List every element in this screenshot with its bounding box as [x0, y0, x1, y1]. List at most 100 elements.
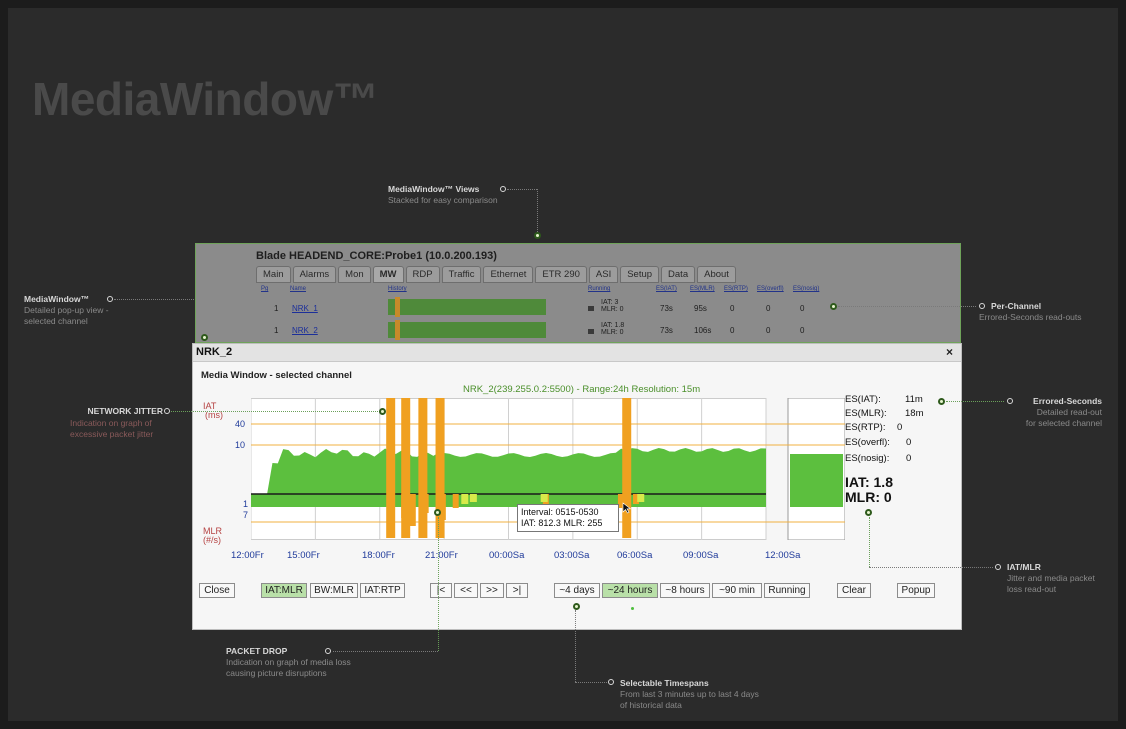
readout-iat: IAT: 1.8 [845, 474, 893, 490]
tab-setup[interactable]: Setup [620, 266, 660, 283]
history-spike [395, 297, 400, 317]
iat-spike [418, 398, 428, 538]
tab-alarms[interactable]: Alarms [292, 266, 337, 283]
history-spike [395, 320, 400, 340]
mlr-series [251, 494, 766, 507]
col-header-name[interactable]: Name [290, 286, 306, 292]
blade-tabs: Main Alarms Mon MW RDP Traffic Ethernet … [256, 266, 736, 283]
tab-etr290[interactable]: ETR 290 [535, 266, 587, 283]
leader-line [537, 189, 538, 234]
readout-es-iat: ES(IAT): 11m [845, 394, 923, 405]
iat-series-right [790, 454, 843, 494]
col-header-running[interactable]: Running [588, 286, 610, 292]
clear-button[interactable]: Clear [837, 583, 871, 598]
annotation-packet-drop-title: PACKET DROP [226, 646, 288, 656]
readout-label: ES(MLR): [845, 408, 887, 419]
annotation-popup-title: MediaWindow™ [24, 294, 90, 304]
col-header-es-iat[interactable]: ES(IAT) [656, 286, 677, 292]
annotation-views-title: MediaWindow™ Views [388, 184, 480, 194]
row-pg: 1 [274, 326, 279, 335]
annotation-iat-mlr: IAT/MLR Jitter and media packet loss rea… [1007, 562, 1095, 594]
next-button[interactable]: >> [480, 583, 504, 598]
iat-mlr-button[interactable]: IAT:MLR [261, 583, 307, 598]
tab-rdp[interactable]: RDP [405, 266, 440, 283]
readout-value: 18m [905, 408, 924, 419]
row-es-iat: 73s [660, 326, 673, 335]
history-sparkline [388, 299, 546, 315]
tab-main[interactable]: Main [256, 266, 291, 283]
row-es-mlr: 106s [694, 326, 712, 335]
leader-line [507, 189, 537, 190]
chart-title: NRK_2(239.255.0.2:5500) - Range:24h Reso… [463, 384, 701, 395]
col-header-es-mlr[interactable]: ES(MLR) [690, 286, 715, 292]
row-es-mlr: 95s [694, 304, 707, 313]
leader-line [575, 610, 576, 682]
mouse-cursor-icon [622, 502, 632, 514]
annotation-per-channel-title: Per-Channel [991, 301, 1042, 311]
annotation-jitter-desc-block: Indication on graph of excessive packet … [70, 418, 153, 439]
iat-rtp-button[interactable]: IAT:RTP [360, 583, 405, 598]
close-button[interactable]: Close [199, 583, 235, 598]
tab-mon[interactable]: Mon [338, 266, 371, 283]
row-name-link[interactable]: NRK_2 [292, 326, 318, 335]
tab-ethernet[interactable]: Ethernet [483, 266, 534, 283]
mlr-drop-mark [452, 494, 459, 508]
x-tick-label: 15:00Fr [287, 550, 320, 561]
annotation-dot [500, 186, 506, 192]
col-header-es-nosig[interactable]: ES(nosig) [793, 286, 819, 292]
readout-label: ES(overfl): [845, 437, 890, 448]
readout-es-nosig: ES(nosig): 0 [845, 453, 911, 464]
popup-button[interactable]: Popup [897, 583, 935, 598]
blade-panel: Blade HEADEND_CORE:Probe1 (10.0.200.193)… [195, 243, 961, 343]
col-header-history[interactable]: History [388, 286, 407, 292]
col-header-pg[interactable]: Pg [261, 286, 268, 292]
annotation-jitter-title: NETWORK JITTER [87, 406, 163, 416]
close-icon[interactable]: × [946, 345, 953, 359]
y-axis-unit-mlr: (#/s) [203, 535, 221, 545]
readout-mlr: MLR: 0 [845, 489, 892, 505]
channel-popup-window: NRK_2 × Media Window - selected channel … [192, 343, 962, 630]
col-header-es-overfl[interactable]: ES(overfl) [757, 286, 784, 292]
mlr-minor-mark [540, 494, 548, 502]
popup-title-bar: NRK_2 × [193, 344, 961, 362]
annotation-timespans-title: Selectable Timespans [620, 678, 709, 688]
annotation-popup: MediaWindow™ Detailed pop-up view - sele… [24, 294, 109, 326]
mlr-drop-mark [409, 494, 416, 526]
running-button[interactable]: Running [764, 583, 810, 598]
annotation-dot [608, 679, 614, 685]
row-pg: 1 [274, 304, 279, 313]
x-tick-label: 00:00Sa [489, 550, 525, 561]
target-dot [938, 398, 945, 405]
timespan-24-hours-button[interactable]: ~24 hours [602, 583, 658, 598]
annotation-dot [107, 296, 113, 302]
x-tick-label: 12:00Sa [765, 550, 801, 561]
tab-mw[interactable]: MW [372, 266, 404, 283]
annotation-jitter-desc: Indication on graph of [70, 418, 152, 428]
tab-traffic[interactable]: Traffic [441, 266, 482, 283]
brand-title: MediaWindow™ [32, 73, 379, 125]
readout-value: 11m [905, 394, 923, 405]
bw-mlr-button[interactable]: BW:MLR [310, 583, 358, 598]
x-tick-label: 09:00Sa [683, 550, 719, 561]
popup-title: NRK_2 [196, 346, 233, 358]
timespan-90-min-button[interactable]: ~90 min [712, 583, 762, 598]
annotation-jitter: NETWORK JITTER [70, 406, 163, 417]
timespan-8-hours-button[interactable]: ~8 hours [660, 583, 710, 598]
row-iat: IAT: 1.8 [601, 322, 625, 329]
timespan-4-days-button[interactable]: ~4 days [554, 583, 600, 598]
target-dot [201, 334, 208, 341]
tab-about[interactable]: About [697, 266, 736, 283]
annotation-per-channel-desc: Errored-Seconds read-outs [979, 312, 1082, 322]
tab-asi[interactable]: ASI [588, 266, 619, 283]
last-button[interactable]: >| [506, 583, 528, 598]
annotation-packet-drop: PACKET DROP Indication on graph of media… [226, 646, 351, 678]
first-button[interactable]: |< [430, 583, 452, 598]
annotation-packet-drop-desc: causing picture disruptions [226, 667, 327, 678]
col-header-es-rtp[interactable]: ES(RTP) [724, 286, 748, 292]
row-name-link[interactable]: NRK_1 [292, 304, 318, 313]
iat-series [251, 448, 766, 494]
tab-data[interactable]: Data [661, 266, 696, 283]
annotation-packet-drop-desc: Indication on graph of media loss [226, 657, 351, 667]
target-dot [830, 303, 837, 310]
prev-button[interactable]: << [454, 583, 478, 598]
